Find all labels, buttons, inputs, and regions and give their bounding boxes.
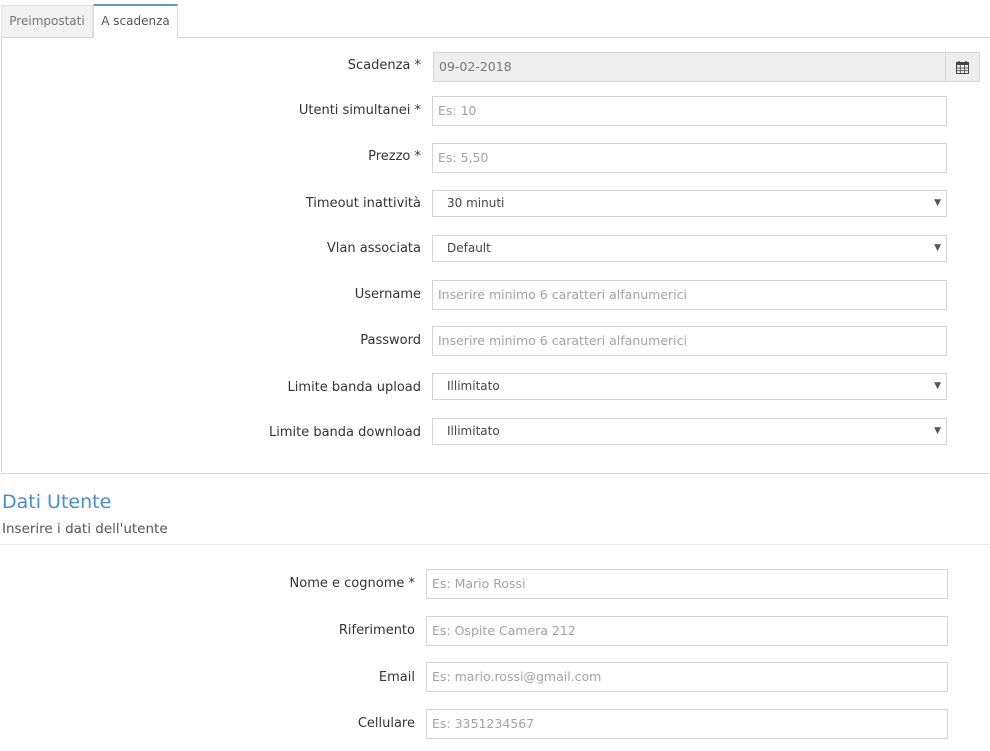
download-select[interactable]: Illimitato ▼	[432, 418, 947, 445]
cellulare-label: Cellulare	[357, 716, 415, 731]
timeout-selected: 30 minuti	[447, 196, 505, 210]
upload-select[interactable]: Illimitato ▼	[432, 373, 947, 400]
utenti-simultanei-input[interactable]: Es: 10	[432, 96, 947, 126]
section-title: Dati Utente	[2, 491, 112, 513]
scadenza-value: 09-02-2018	[439, 59, 512, 74]
vlan-selected: Default	[447, 241, 491, 255]
email-placeholder: Es: mario.rossi@gmail.com	[432, 669, 602, 684]
password-label: Password	[360, 333, 421, 348]
nome-placeholder: Es: Mario Rossi	[432, 576, 526, 591]
email-label: Email	[378, 670, 415, 685]
password-placeholder: Inserire minimo 6 caratteri alfanumerici	[438, 333, 687, 348]
download-selected: Illimitato	[447, 424, 500, 438]
riferimento-input[interactable]: Es: Ospite Camera 212	[426, 616, 948, 646]
prezzo-label: Prezzo *	[368, 149, 421, 164]
chevron-down-icon: ▼	[934, 243, 941, 253]
chevron-down-icon: ▼	[934, 198, 941, 208]
email-input[interactable]: Es: mario.rossi@gmail.com	[426, 662, 948, 692]
vlan-select[interactable]: Default ▼	[432, 235, 947, 262]
utenti-simultanei-placeholder: Es: 10	[438, 103, 477, 118]
download-label: Limite banda download	[268, 425, 421, 440]
upload-selected: Illimitato	[447, 379, 500, 393]
prezzo-input[interactable]: Es: 5,50	[432, 143, 947, 173]
chevron-down-icon: ▼	[934, 381, 941, 391]
section-subtitle: Inserire i dati dell'utente	[2, 521, 168, 537]
upload-label: Limite banda upload	[287, 380, 421, 395]
calendar-icon	[956, 60, 969, 74]
username-placeholder: Inserire minimo 6 caratteri alfanumerici	[438, 287, 687, 302]
calendar-button[interactable]	[945, 52, 980, 82]
tab-preimpostati[interactable]: Preimpostati	[1, 5, 93, 37]
scadenza-label: Scadenza *	[347, 58, 421, 73]
nome-label: Nome e cognome *	[289, 576, 415, 591]
cellulare-input[interactable]: Es: 3351234567	[426, 709, 948, 739]
timeout-label: Timeout inattività	[305, 196, 421, 211]
username-label: Username	[354, 287, 421, 302]
section-divider	[0, 544, 990, 545]
timeout-select[interactable]: 30 minuti ▼	[432, 190, 947, 217]
riferimento-placeholder: Es: Ospite Camera 212	[432, 623, 576, 638]
nome-input[interactable]: Es: Mario Rossi	[426, 569, 948, 599]
tab-a-scadenza[interactable]: A scadenza	[93, 4, 178, 38]
cellulare-placeholder: Es: 3351234567	[432, 716, 535, 731]
tab-bar: Preimpostati A scadenza	[1, 4, 990, 38]
riferimento-label: Riferimento	[338, 623, 415, 638]
vlan-label: Vlan associata	[326, 241, 421, 256]
password-input[interactable]: Inserire minimo 6 caratteri alfanumerici	[432, 326, 947, 356]
scadenza-date-field[interactable]: 09-02-2018	[433, 52, 946, 82]
utenti-simultanei-label: Utenti simultanei *	[298, 103, 421, 118]
chevron-down-icon: ▼	[934, 426, 941, 436]
prezzo-placeholder: Es: 5,50	[438, 150, 489, 165]
username-input[interactable]: Inserire minimo 6 caratteri alfanumerici	[432, 280, 947, 310]
